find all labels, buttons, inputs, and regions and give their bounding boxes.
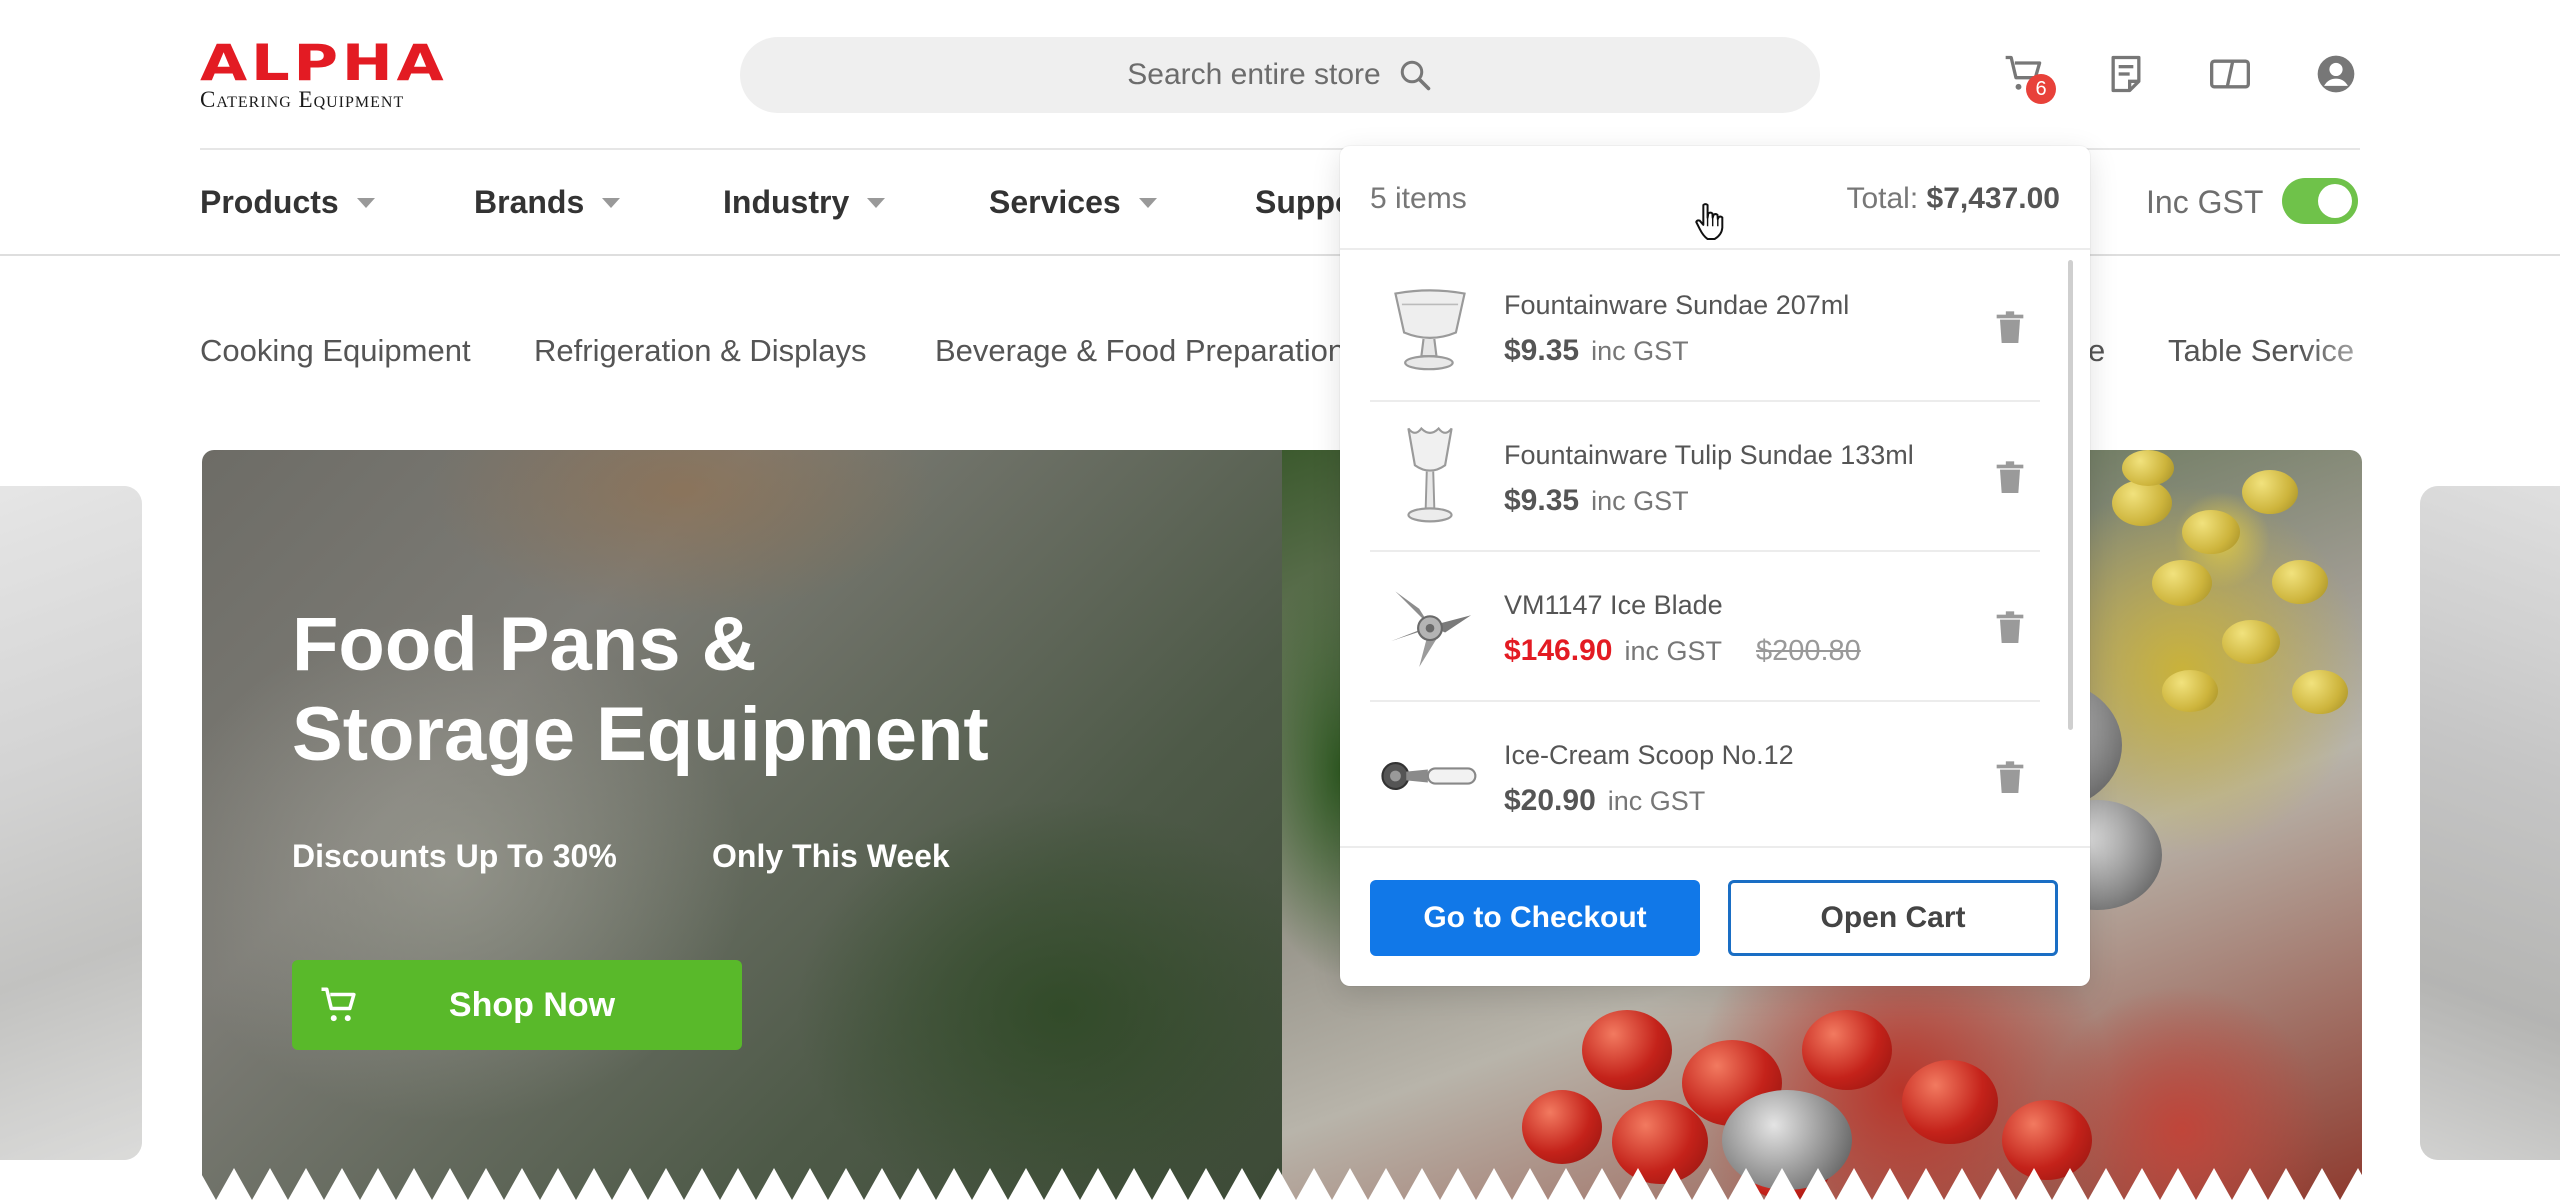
- sundae-cup-image: [1394, 289, 1466, 371]
- item-gst-note: inc GST: [1624, 636, 1722, 666]
- site-logo[interactable]: ALPHA Catering Equipment: [200, 38, 465, 113]
- quote-list-button[interactable]: [2102, 50, 2150, 98]
- nav-services-label: Services: [989, 184, 1121, 220]
- category-partial[interactable]: e: [2088, 333, 2105, 369]
- minicart-footer: Go to Checkout Open Cart: [1340, 846, 2090, 986]
- hero-title-line2: Storage Equipment: [292, 692, 989, 777]
- hero-background-blur: [202, 450, 1282, 1200]
- open-cart-button[interactable]: Open Cart: [1728, 880, 2058, 956]
- hero-week-text: Only This Week: [712, 838, 950, 874]
- item-gst-note: inc GST: [1591, 336, 1689, 366]
- minicart-item-name[interactable]: Ice-Cream Scoop No.12: [1504, 740, 1794, 771]
- minicart-item[interactable]: Ice-Cream Scoop No.12 $20.90 inc GST: [1370, 702, 2040, 848]
- item-gst-note: inc GST: [1591, 486, 1689, 516]
- category-beverage-food-preparation[interactable]: Beverage & Food Preparation: [935, 333, 1345, 369]
- item-sale-price: $146.90: [1504, 634, 1613, 667]
- nav-services[interactable]: Services: [989, 184, 1157, 221]
- cart-count-badge: 6: [2026, 74, 2056, 104]
- minicart-item-price: $146.90 inc GST $200.80: [1504, 634, 1861, 668]
- quote-list-icon: [2111, 55, 2141, 93]
- item-price: $9.35: [1504, 484, 1580, 517]
- minicart-item-name[interactable]: Fountainware Tulip Sundae 133ml: [1504, 440, 1914, 471]
- hero-discount-text: Discounts Up To 30%: [292, 838, 617, 874]
- minicart-total-value: $7,437.00: [1926, 182, 2060, 215]
- cart-icon: [321, 987, 356, 1022]
- minicart-item-name[interactable]: VM1147 Ice Blade: [1504, 590, 1723, 621]
- minicart-item-list[interactable]: Fountainware Sundae 207ml $9.35 inc GST …: [1340, 252, 2090, 848]
- compare-icon: [2210, 59, 2250, 89]
- search-input[interactable]: Search entire store: [1127, 58, 1380, 92]
- minicart-scrollbar[interactable]: [2068, 260, 2073, 730]
- carousel-prev-slide[interactable]: [0, 486, 142, 1160]
- search-icon[interactable]: [1397, 57, 1433, 93]
- minicart-total: Total: $7,437.00: [1846, 182, 2060, 216]
- minicart-dropdown: 5 items Total: $7,437.00 Fountainware Su…: [1340, 146, 2090, 986]
- item-old-price: $200.80: [1755, 635, 1861, 667]
- ice-cream-scoop-image: [1381, 761, 1477, 791]
- nav-industry-label: Industry: [723, 184, 850, 220]
- main-navigation: Products Brands Industry Services Suppor…: [0, 150, 2560, 256]
- go-to-checkout-button[interactable]: Go to Checkout: [1370, 880, 1700, 956]
- inc-gst-toggle[interactable]: [2282, 178, 2358, 224]
- search-bar[interactable]: Search entire store: [740, 37, 1820, 113]
- chevron-down-icon: [602, 197, 621, 208]
- minicart-item[interactable]: VM1147 Ice Blade $146.90 inc GST $200.80: [1370, 552, 2040, 702]
- minicart-item[interactable]: Fountainware Tulip Sundae 133ml $9.35 in…: [1370, 402, 2040, 552]
- ice-blade-image: [1391, 591, 1472, 668]
- minicart-item-price: $20.90 inc GST: [1504, 784, 1705, 818]
- carousel-next-slide[interactable]: [2420, 486, 2560, 1160]
- hero-title-line1: Food Pans &: [292, 602, 757, 687]
- hero-title: Food Pans & Storage Equipment: [292, 600, 989, 780]
- zigzag-edge: [0, 1168, 2560, 1200]
- item-price: $20.90: [1504, 784, 1596, 817]
- item-gst-note: inc GST: [1607, 786, 1706, 816]
- trash-icon[interactable]: [1990, 456, 2030, 500]
- minicart-total-label: Total:: [1846, 182, 1919, 215]
- chevron-down-icon: [1138, 197, 1157, 208]
- category-refrigeration-displays[interactable]: Refrigeration & Displays: [534, 333, 867, 369]
- trash-icon[interactable]: [1990, 606, 2030, 650]
- trash-icon[interactable]: [1990, 306, 2030, 350]
- nav-brands-label: Brands: [474, 184, 585, 220]
- trash-icon[interactable]: [1990, 756, 2030, 800]
- nav-products[interactable]: Products: [200, 184, 375, 221]
- nav-products-label: Products: [200, 184, 339, 220]
- compare-button[interactable]: [2206, 50, 2254, 98]
- inc-gst-label: Inc GST: [2146, 184, 2264, 220]
- logo-wordmark: ALPHA: [200, 34, 448, 92]
- account-button[interactable]: [2312, 50, 2360, 98]
- item-price: $9.35: [1504, 334, 1580, 367]
- nav-brands[interactable]: Brands: [474, 184, 621, 221]
- chevron-down-icon: [356, 197, 375, 208]
- minicart-item-price: $9.35 inc GST: [1504, 484, 1689, 518]
- nav-industry[interactable]: Industry: [723, 184, 886, 221]
- chevron-down-icon: [867, 197, 886, 208]
- category-cooking-equipment[interactable]: Cooking Equipment: [200, 333, 471, 369]
- account-icon: [2317, 55, 2355, 93]
- tulip-sundae-image: [1407, 426, 1453, 523]
- shop-now-button[interactable]: Shop Now: [292, 960, 742, 1050]
- cart-button[interactable]: 6: [2000, 50, 2056, 104]
- hand-cursor-icon: [1695, 203, 1724, 240]
- minicart-item-price: $9.35 inc GST: [1504, 334, 1689, 368]
- category-scroll-fade: [2300, 310, 2420, 390]
- minicart-item-count: 5 items: [1370, 182, 1467, 215]
- toggle-knob: [2318, 184, 2352, 218]
- minicart-item-name[interactable]: Fountainware Sundae 207ml: [1504, 290, 1849, 321]
- minicart-item[interactable]: Fountainware Sundae 207ml $9.35 inc GST: [1370, 252, 2040, 402]
